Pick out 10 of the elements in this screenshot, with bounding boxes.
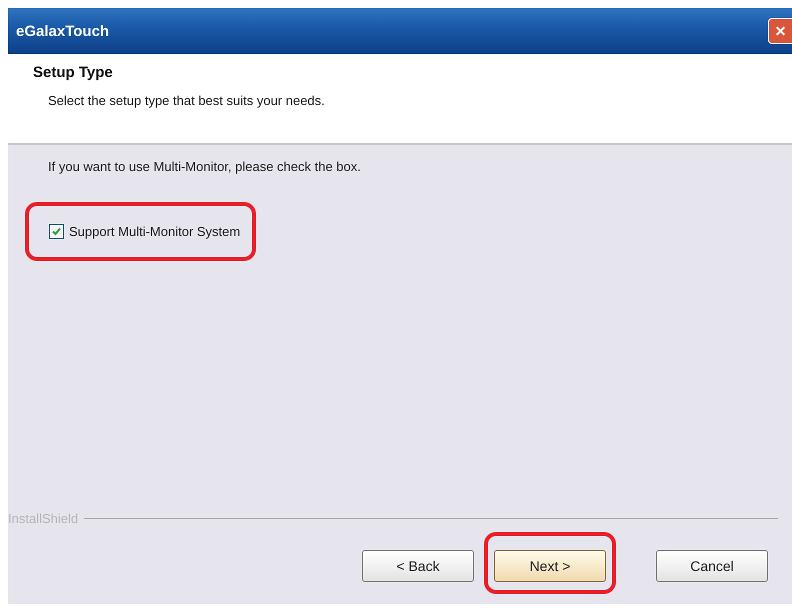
window-title: eGalaxTouch xyxy=(15,22,110,40)
multi-monitor-checkbox[interactable]: Support Multi-Monitor System xyxy=(49,224,240,239)
instruction-text: If you want to use Multi-Monitor, please check the box. xyxy=(47,159,362,174)
dialog-button[interactable]: Next > xyxy=(494,550,606,582)
page-subtitle: Select the setup type that best suits your needs. xyxy=(47,92,326,108)
dialog-button[interactable]: Cancel xyxy=(656,550,768,582)
dialog-button[interactable]: < Back xyxy=(362,550,474,582)
close-button[interactable]: × xyxy=(768,18,792,44)
checkbox-icon[interactable] xyxy=(49,224,64,239)
page-heading: Setup Type xyxy=(33,64,114,81)
